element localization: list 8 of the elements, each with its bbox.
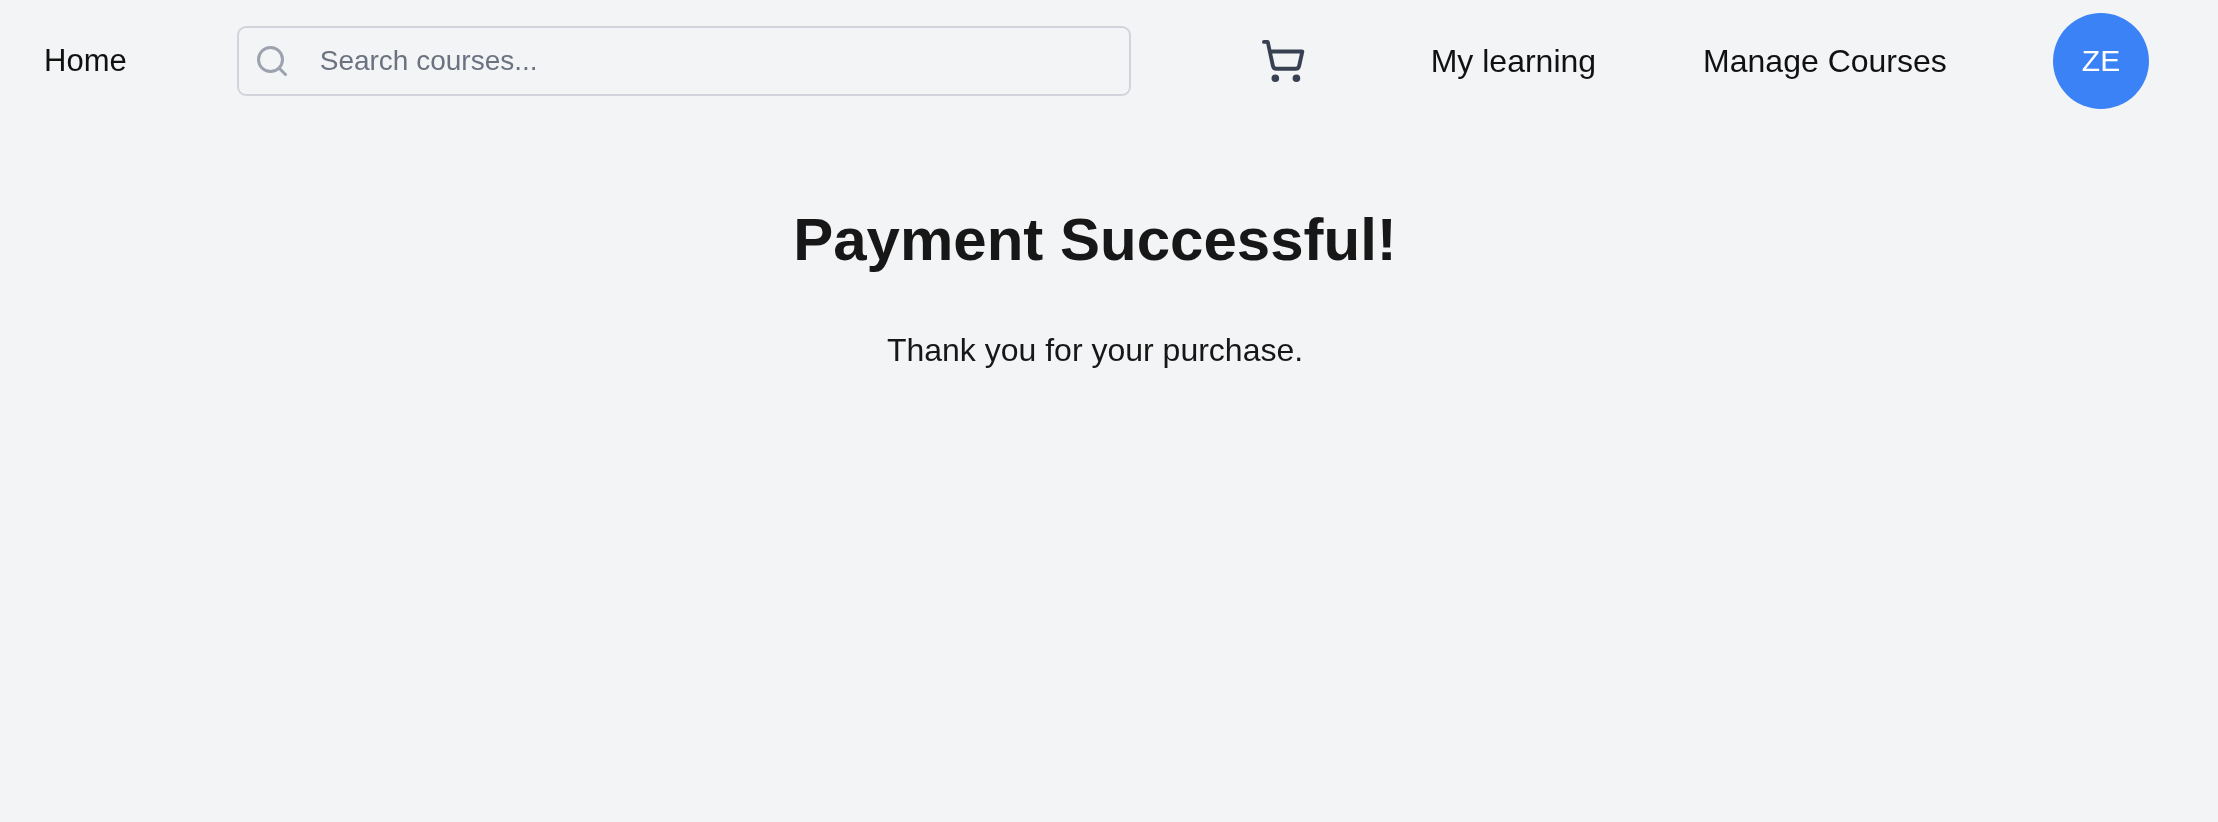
home-link[interactable]: Home [44, 43, 127, 79]
search-field[interactable]: Search courses... [236, 26, 1131, 96]
cart-icon [1259, 38, 1306, 84]
page-title: Payment Successful! [793, 205, 1397, 275]
user-avatar[interactable]: ZE [2053, 13, 2149, 109]
nav-link[interactable]: My learning [1430, 42, 1597, 80]
nav-link[interactable]: Manage Courses [1703, 42, 1947, 80]
message-text: Thank you for your purchase. [886, 331, 1304, 369]
